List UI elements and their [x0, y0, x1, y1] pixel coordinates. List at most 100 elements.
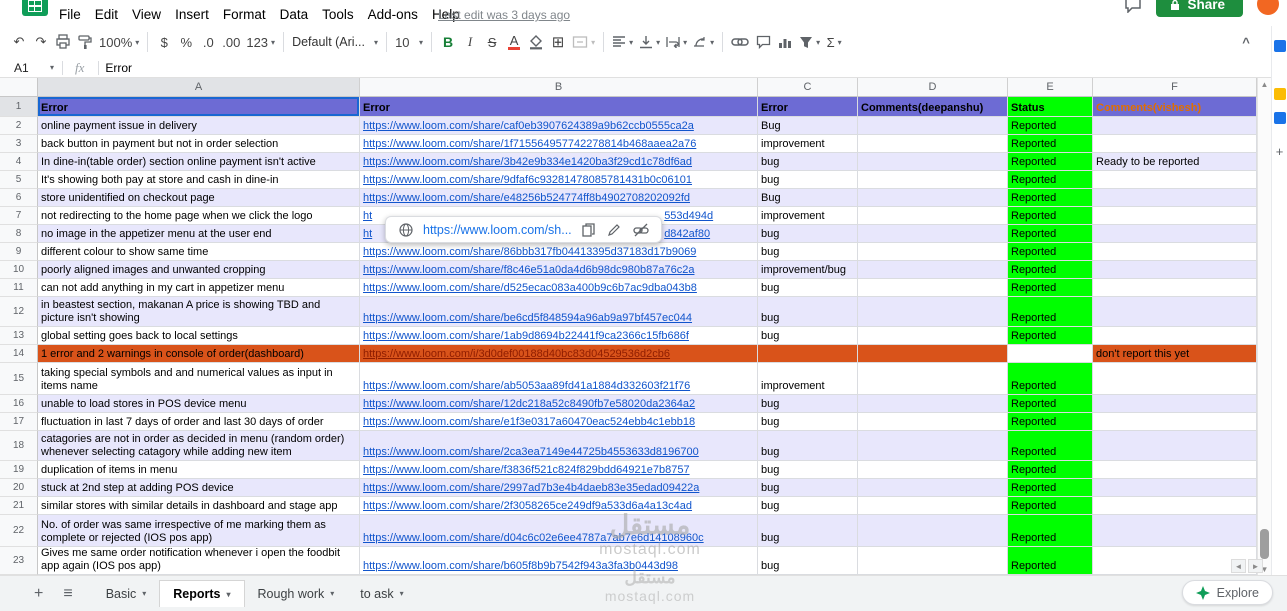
cell-E3[interactable]: Reported	[1008, 135, 1093, 153]
cell-E6[interactable]: Reported	[1008, 189, 1093, 207]
cell-E17[interactable]: Reported	[1008, 413, 1093, 431]
loom-link[interactable]: ht	[363, 209, 372, 223]
tasks-icon[interactable]	[1273, 112, 1286, 124]
cell-C20[interactable]: bug	[758, 479, 858, 497]
cell-B17[interactable]: https://www.loom.com/share/e1f3e0317a604…	[360, 413, 758, 431]
cell-B5[interactable]: https://www.loom.com/share/9dfaf6c932814…	[360, 171, 758, 189]
cell-F14[interactable]: don't report this yet	[1093, 345, 1257, 363]
row-header-1[interactable]: 1	[0, 97, 38, 117]
cell-E5[interactable]: Reported	[1008, 171, 1093, 189]
cell-D16[interactable]	[858, 395, 1008, 413]
column-header-F[interactable]: F	[1093, 78, 1257, 97]
cell-E15[interactable]: Reported	[1008, 363, 1093, 395]
format-percent-button[interactable]: %	[175, 30, 197, 54]
cell-B13[interactable]: https://www.loom.com/share/1ab9d8694b224…	[360, 327, 758, 345]
loom-link[interactable]: https://www.loom.com/share/2ca3ea7149e44…	[363, 445, 699, 459]
cell-D8[interactable]	[858, 225, 1008, 243]
sheet-tab-rough-work[interactable]: Rough work ▾	[245, 580, 348, 607]
menu-add-ons[interactable]: Add-ons	[361, 4, 425, 25]
cell-D11[interactable]	[858, 279, 1008, 297]
loom-link[interactable]: https://www.loom.com/share/2f3058265ce24…	[363, 499, 692, 513]
cell-F6[interactable]	[1093, 189, 1257, 207]
column-header-A[interactable]: A	[38, 78, 360, 97]
zoom-select[interactable]: 100% ▾	[96, 30, 142, 54]
bold-button[interactable]: B	[437, 30, 459, 54]
scroll-right-arrow[interactable]: ►	[1248, 559, 1263, 573]
menu-insert[interactable]: Insert	[168, 4, 216, 25]
link-preview-url[interactable]: https://www.loom.com/sh...	[423, 223, 572, 237]
fill-color-button[interactable]	[525, 30, 547, 54]
print-button[interactable]	[52, 30, 74, 54]
cell-C14[interactable]	[758, 345, 858, 363]
cell-B1[interactable]: Error	[360, 97, 758, 117]
row-header-19[interactable]: 19	[0, 461, 38, 479]
cell-E9[interactable]: Reported	[1008, 243, 1093, 261]
sheet-tab-reports[interactable]: Reports ▾	[159, 580, 245, 607]
cell-A12[interactable]: in beastest section, makanan A price is …	[38, 297, 360, 327]
scrollbar-thumb[interactable]	[1260, 529, 1269, 559]
cell-D22[interactable]	[858, 515, 1008, 547]
cell-C21[interactable]: bug	[758, 497, 858, 515]
cell-F15[interactable]	[1093, 363, 1257, 395]
increase-decimal-button[interactable]: .00	[219, 30, 243, 54]
row-header-23[interactable]: 23	[0, 547, 38, 575]
loom-link[interactable]: https://www.loom.com/share/12dc218a52c84…	[363, 397, 695, 411]
row-header-7[interactable]: 7	[0, 207, 38, 225]
cell-B2[interactable]: https://www.loom.com/share/caf0eb3907624…	[360, 117, 758, 135]
menu-file[interactable]: File	[52, 4, 88, 25]
cell-D10[interactable]	[858, 261, 1008, 279]
cell-E1[interactable]: Status	[1008, 97, 1093, 117]
cell-A20[interactable]: stuck at 2nd step at adding POS device	[38, 479, 360, 497]
loom-link[interactable]: https://www.loom.com/i/3d0def00188d40bc8…	[363, 347, 670, 361]
cell-C22[interactable]: bug	[758, 515, 858, 547]
row-header-17[interactable]: 17	[0, 413, 38, 431]
cell-F4[interactable]: Ready to be reported	[1093, 153, 1257, 171]
loom-link[interactable]: https://www.loom.com/share/f3836f521c824…	[363, 463, 690, 477]
cell-B22[interactable]: https://www.loom.com/share/d04c6c02e6ee4…	[360, 515, 758, 547]
column-header-C[interactable]: C	[758, 78, 858, 97]
loom-link[interactable]: https://www.loom.com/share/d525ecac083a4…	[363, 281, 697, 295]
cell-D9[interactable]	[858, 243, 1008, 261]
cell-C19[interactable]: bug	[758, 461, 858, 479]
row-header-14[interactable]: 14	[0, 345, 38, 363]
all-sheets-button[interactable]: ≡	[63, 585, 72, 603]
row-header-15[interactable]: 15	[0, 363, 38, 395]
cell-B12[interactable]: https://www.loom.com/share/be6cd5f848594…	[360, 297, 758, 327]
cell-F21[interactable]	[1093, 497, 1257, 515]
cell-E13[interactable]: Reported	[1008, 327, 1093, 345]
cell-A21[interactable]: similar stores with similar details in d…	[38, 497, 360, 515]
avatar[interactable]	[1255, 0, 1281, 17]
cell-B23[interactable]: https://www.loom.com/share/b605f8b9b7542…	[360, 547, 758, 575]
cell-F2[interactable]	[1093, 117, 1257, 135]
loom-link[interactable]: https://www.loom.com/share/1ab9d8694b224…	[363, 329, 689, 343]
cell-B4[interactable]: https://www.loom.com/share/3b42e9b334e14…	[360, 153, 758, 171]
cell-D17[interactable]	[858, 413, 1008, 431]
loom-link[interactable]: https://www.loom.com/share/e1f3e0317a604…	[363, 415, 695, 429]
calendar-icon[interactable]	[1273, 40, 1286, 52]
horizontal-align-button[interactable]: ▾	[609, 30, 636, 54]
cell-B20[interactable]: https://www.loom.com/share/2997ad7b3e4b4…	[360, 479, 758, 497]
loom-link[interactable]: https://www.loom.com/share/caf0eb3907624…	[363, 119, 694, 133]
cell-B6[interactable]: https://www.loom.com/share/e48256b524774…	[360, 189, 758, 207]
cell-A3[interactable]: back button in payment but not in order …	[38, 135, 360, 153]
loom-link[interactable]: ht	[363, 227, 372, 241]
row-header-18[interactable]: 18	[0, 431, 38, 461]
copy-link-icon[interactable]	[580, 221, 598, 239]
cell-E16[interactable]: Reported	[1008, 395, 1093, 413]
cell-D12[interactable]	[858, 297, 1008, 327]
cell-E18[interactable]: Reported	[1008, 431, 1093, 461]
cell-C15[interactable]: improvement	[758, 363, 858, 395]
add-sheet-button[interactable]: +	[34, 585, 43, 603]
cell-A14[interactable]: 1 error and 2 warnings in console of ord…	[38, 345, 360, 363]
cell-D23[interactable]	[858, 547, 1008, 575]
loom-link[interactable]: https://www.loom.com/share/9dfaf6c932814…	[363, 173, 692, 187]
cell-E2[interactable]: Reported	[1008, 117, 1093, 135]
cell-E4[interactable]: Reported	[1008, 153, 1093, 171]
redo-button[interactable]: ↷	[30, 30, 52, 54]
row-header-4[interactable]: 4	[0, 153, 38, 171]
cell-F9[interactable]	[1093, 243, 1257, 261]
cell-F19[interactable]	[1093, 461, 1257, 479]
loom-link[interactable]: https://www.loom.com/share/d04c6c02e6ee4…	[363, 531, 704, 545]
loom-link[interactable]: https://www.loom.com/share/86bbb317fb044…	[363, 245, 696, 259]
vertical-align-button[interactable]: ▾	[636, 30, 663, 54]
